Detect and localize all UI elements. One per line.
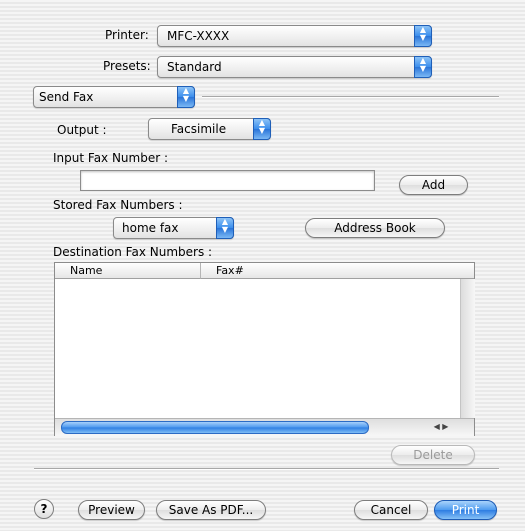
save-as-pdf-button[interactable]: Save As PDF... — [156, 500, 266, 520]
output-label: Output : — [57, 123, 107, 137]
print-button[interactable]: Print — [434, 500, 497, 520]
header-corner — [462, 263, 474, 279]
help-button[interactable]: ? — [34, 499, 54, 519]
horizontal-scroll-thumb[interactable] — [61, 421, 369, 434]
presets-value: Standard — [167, 60, 222, 74]
presets-label: Presets: — [103, 59, 151, 73]
add-button[interactable]: Add — [399, 175, 468, 195]
vertical-scrollbar[interactable] — [460, 279, 475, 418]
input-fax-label: Input Fax Number : — [53, 151, 169, 165]
popup-arrows-icon: ▲ ▼ — [414, 25, 432, 47]
printer-popup[interactable]: MFC-XXXX ▲ ▼ — [157, 25, 432, 47]
printer-label: Printer: — [105, 28, 149, 42]
popup-arrows-icon: ▲ ▼ — [177, 86, 195, 108]
address-book-button[interactable]: Address Book — [305, 218, 445, 238]
pane-value: Send Fax — [39, 90, 94, 104]
printer-value: MFC-XXXX — [167, 29, 230, 43]
column-header-name[interactable]: Name — [55, 263, 201, 279]
scroll-arrows-icon[interactable]: ◀ ▶ — [423, 421, 459, 433]
pane-separator — [202, 96, 499, 98]
destination-label: Destination Fax Numbers : — [53, 245, 213, 259]
popup-arrows-icon: ▲ ▼ — [253, 118, 271, 140]
fax-number-input[interactable] — [80, 170, 375, 191]
popup-arrows-icon: ▲ ▼ — [414, 56, 432, 78]
stored-fax-popup[interactable]: home fax ▲ ▼ — [113, 217, 234, 239]
popup-arrows-icon: ▲ ▼ — [216, 217, 234, 239]
destination-table[interactable]: Name Fax# ◀ ▶ — [54, 262, 475, 436]
footer-separator — [34, 468, 499, 470]
horizontal-scrollbar[interactable]: ◀ ▶ — [55, 418, 474, 436]
cancel-button[interactable]: Cancel — [354, 500, 428, 520]
column-header-fax[interactable]: Fax# — [201, 263, 462, 279]
pane-popup[interactable]: Send Fax ▲ ▼ — [33, 86, 195, 108]
delete-button[interactable]: Delete — [391, 445, 475, 465]
preview-button[interactable]: Preview — [78, 500, 145, 520]
presets-popup[interactable]: Standard ▲ ▼ — [157, 56, 432, 78]
stored-fax-label: Stored Fax Numbers : — [53, 198, 183, 212]
output-value: Facsimile — [171, 122, 227, 136]
stored-fax-value: home fax — [122, 221, 179, 235]
output-popup[interactable]: Facsimile ▲ ▼ — [148, 118, 271, 140]
